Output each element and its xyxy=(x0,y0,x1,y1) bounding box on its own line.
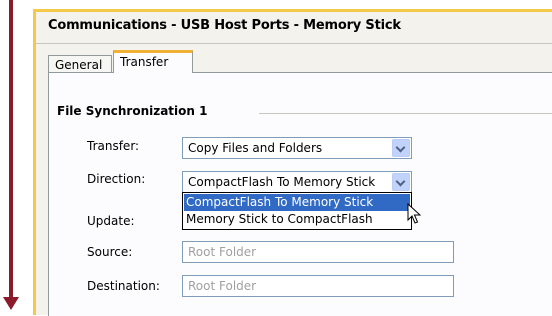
arrow-head-icon xyxy=(3,297,19,310)
direction-dropdown-list: CompactFlash To Memory Stick Memory Stic… xyxy=(182,192,412,230)
tab-general[interactable]: General xyxy=(48,55,112,72)
direction-option-cf-to-ms[interactable]: CompactFlash To Memory Stick xyxy=(184,194,410,211)
transfer-dropdown-button[interactable] xyxy=(392,139,410,157)
direction-option-ms-to-cf[interactable]: Memory Stick to CompactFlash xyxy=(184,211,410,228)
update-label: Update: xyxy=(87,214,135,228)
source-label: Source: xyxy=(87,245,133,259)
tab-transfer[interactable]: Transfer xyxy=(113,50,193,73)
section-divider xyxy=(259,113,552,114)
tab-content: File Synchronization 1 Transfer: Copy Fi… xyxy=(48,72,552,316)
transfer-label: Transfer: xyxy=(87,139,140,153)
mouse-pointer-icon xyxy=(407,203,421,224)
arrow-down-icon xyxy=(9,0,13,300)
destination-field-placeholder: Root Folder xyxy=(188,279,257,293)
transfer-select[interactable]: Copy Files and Folders xyxy=(182,137,412,159)
panel-title: Communications - USB Host Ports - Memory… xyxy=(48,18,401,33)
section-title: File Synchronization 1 xyxy=(57,104,208,118)
direction-dropdown-button[interactable] xyxy=(392,173,410,191)
source-field[interactable]: Root Folder xyxy=(182,241,454,263)
direction-select[interactable]: CompactFlash To Memory Stick xyxy=(182,171,412,193)
transfer-select-value: Copy Files and Folders xyxy=(188,141,323,155)
source-field-placeholder: Root Folder xyxy=(188,245,257,259)
destination-field[interactable]: Root Folder xyxy=(182,275,454,297)
config-panel: Communications - USB Host Ports - Memory… xyxy=(36,12,552,316)
chevron-down-icon xyxy=(395,142,406,153)
title-divider xyxy=(36,43,552,44)
direction-label: Direction: xyxy=(87,172,146,186)
destination-label: Destination: xyxy=(87,279,160,293)
chevron-down-icon xyxy=(395,176,406,187)
direction-select-value: CompactFlash To Memory Stick xyxy=(188,175,376,189)
